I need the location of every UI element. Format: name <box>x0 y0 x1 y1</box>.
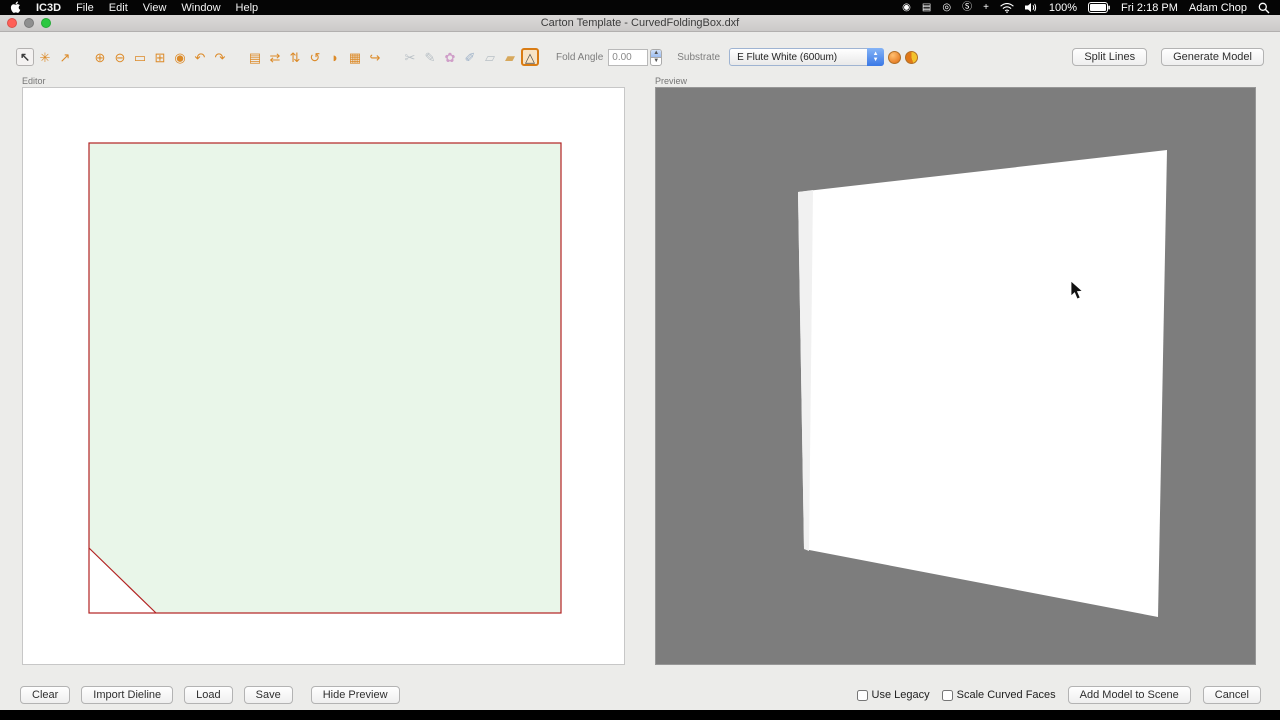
preview-viewport[interactable] <box>655 87 1256 665</box>
use-legacy-label: Use Legacy <box>871 689 930 701</box>
spotlight-search-icon[interactable] <box>1258 2 1270 14</box>
curved-fold-tool[interactable]: △ <box>521 48 539 66</box>
apple-menu-icon[interactable] <box>10 1 21 14</box>
cut-tool: ✂ <box>404 49 416 65</box>
footer-right: Use Legacy Scale Curved Faces Add Model … <box>856 686 1261 704</box>
editor-canvas[interactable] <box>22 87 625 665</box>
brush-tool: ✐ <box>464 49 476 65</box>
scale-curved-faces-checkbox[interactable] <box>941 689 953 701</box>
transform-tool[interactable]: ✳ <box>36 48 54 66</box>
paste-tool[interactable]: ▤ <box>246 48 264 66</box>
fold-angle-input[interactable] <box>608 48 649 66</box>
scale-curved-faces-checkbox-group: Scale Curved Faces <box>941 689 1056 701</box>
menu-view[interactable]: View <box>143 2 167 14</box>
app-menu[interactable]: IC3D <box>36 2 61 14</box>
fold-tool: ▰ <box>505 49 515 65</box>
dropdown-arrows-icon: ▲ ▼ <box>867 48 885 66</box>
substrate-material-icon[interactable] <box>905 50 919 64</box>
preview-panel-label: Preview <box>655 76 688 86</box>
menu-user[interactable]: Adam Chop <box>1189 2 1247 13</box>
menu-bar: IC3D File Edit View Window Help ◉ ▤ ◎ Ⓢ … <box>0 0 1280 15</box>
add-model-to-scene-button[interactable]: Add Model to Scene <box>1067 686 1191 704</box>
menu-file[interactable]: File <box>76 2 94 14</box>
skype-icon[interactable]: Ⓢ <box>962 2 972 13</box>
fold-angle-label: Fold Angle <box>556 51 604 63</box>
window-title-bar: Carton Template - CurvedFoldingBox.dxf <box>0 15 1280 32</box>
pencil-tool: ✎ <box>424 49 436 65</box>
bottom-black-strip <box>0 710 1280 720</box>
pan-tool[interactable]: ↗ <box>56 48 74 66</box>
zoom-area-tool[interactable]: ▭ <box>131 48 149 66</box>
rotate-tool[interactable]: ↺ <box>306 48 324 66</box>
zoom-out-tool[interactable]: ⊖ <box>111 48 129 66</box>
editor-panel-label: Editor <box>22 76 46 86</box>
curve-tool[interactable]: ↪ <box>366 48 384 66</box>
redo-tool[interactable]: ↷ <box>211 48 229 66</box>
menu-help[interactable]: Help <box>236 2 259 14</box>
volume-icon[interactable] <box>1024 2 1038 13</box>
footer-left: Clear Import Dieline Load Save Hide Prev… <box>20 686 400 704</box>
network-icon[interactable]: ◎ <box>942 2 951 13</box>
model-3d-view <box>798 150 1167 617</box>
fold-angle-stepper[interactable]: ▲ ▼ <box>650 48 663 66</box>
accessibility-icon[interactable]: + <box>983 2 989 13</box>
dieline-drawing <box>88 142 562 614</box>
measure-tool[interactable]: ⊞ <box>151 48 169 66</box>
substrate-label: Substrate <box>677 51 721 63</box>
flower-tool: ✿ <box>444 49 456 65</box>
scale-curved-faces-label: Scale Curved Faces <box>956 689 1056 701</box>
substrate-color-icon[interactable] <box>888 50 902 64</box>
zoom-in-tool[interactable]: ⊕ <box>91 48 109 66</box>
menu-edit[interactable]: Edit <box>109 2 128 14</box>
load-button[interactable]: Load <box>184 686 233 704</box>
screen-record-icon[interactable]: ◉ <box>902 2 911 13</box>
generate-model-button[interactable]: Generate Model <box>1161 48 1264 66</box>
battery-percent-label: 100% <box>1048 1 1078 14</box>
battery-icon[interactable] <box>1088 2 1110 13</box>
flip-horizontal-tool[interactable]: ⇄ <box>266 48 284 66</box>
menu-window[interactable]: Window <box>181 2 220 14</box>
substrate-dropdown[interactable]: E Flute White (600um) ▲ ▼ <box>729 48 885 66</box>
undo-tool[interactable]: ↶ <box>191 48 209 66</box>
eraser-tool: ▱ <box>485 49 495 65</box>
use-legacy-checkbox-group: Use Legacy <box>856 689 930 701</box>
ellipse-tool[interactable]: ◗ <box>326 48 344 66</box>
flip-vertical-tool[interactable]: ⇅ <box>286 48 304 66</box>
select-tool[interactable]: ↖ <box>16 48 34 66</box>
substrate-value: E Flute White (600um) <box>737 51 838 63</box>
wifi-icon[interactable] <box>1000 2 1014 13</box>
hatch-tool[interactable]: ▦ <box>346 48 364 66</box>
display-icon[interactable]: ▤ <box>922 2 931 13</box>
use-legacy-checkbox[interactable] <box>856 689 868 701</box>
toolbar: ↖ ✳ ↗ ⊕ ⊖ ▭ ⊞ ◉ ↶ ↷ ▤ ⇄ ⇅ ↺ ◗ ▦ ↪ ✂ ✎ ✿ … <box>16 45 1264 69</box>
import-dieline-button[interactable]: Import Dieline <box>81 686 174 704</box>
window-title: Carton Template - CurvedFoldingBox.dxf <box>540 17 740 29</box>
hide-preview-button[interactable]: Hide Preview <box>310 686 400 704</box>
fill-tool[interactable]: ◉ <box>171 48 189 66</box>
split-lines-button[interactable]: Split Lines <box>1072 48 1148 66</box>
menu-clock[interactable]: Fri 2:18 PM <box>1121 2 1178 13</box>
save-button[interactable]: Save <box>243 686 293 704</box>
clear-button[interactable]: Clear <box>20 686 71 704</box>
cancel-button[interactable]: Cancel <box>1202 686 1261 704</box>
